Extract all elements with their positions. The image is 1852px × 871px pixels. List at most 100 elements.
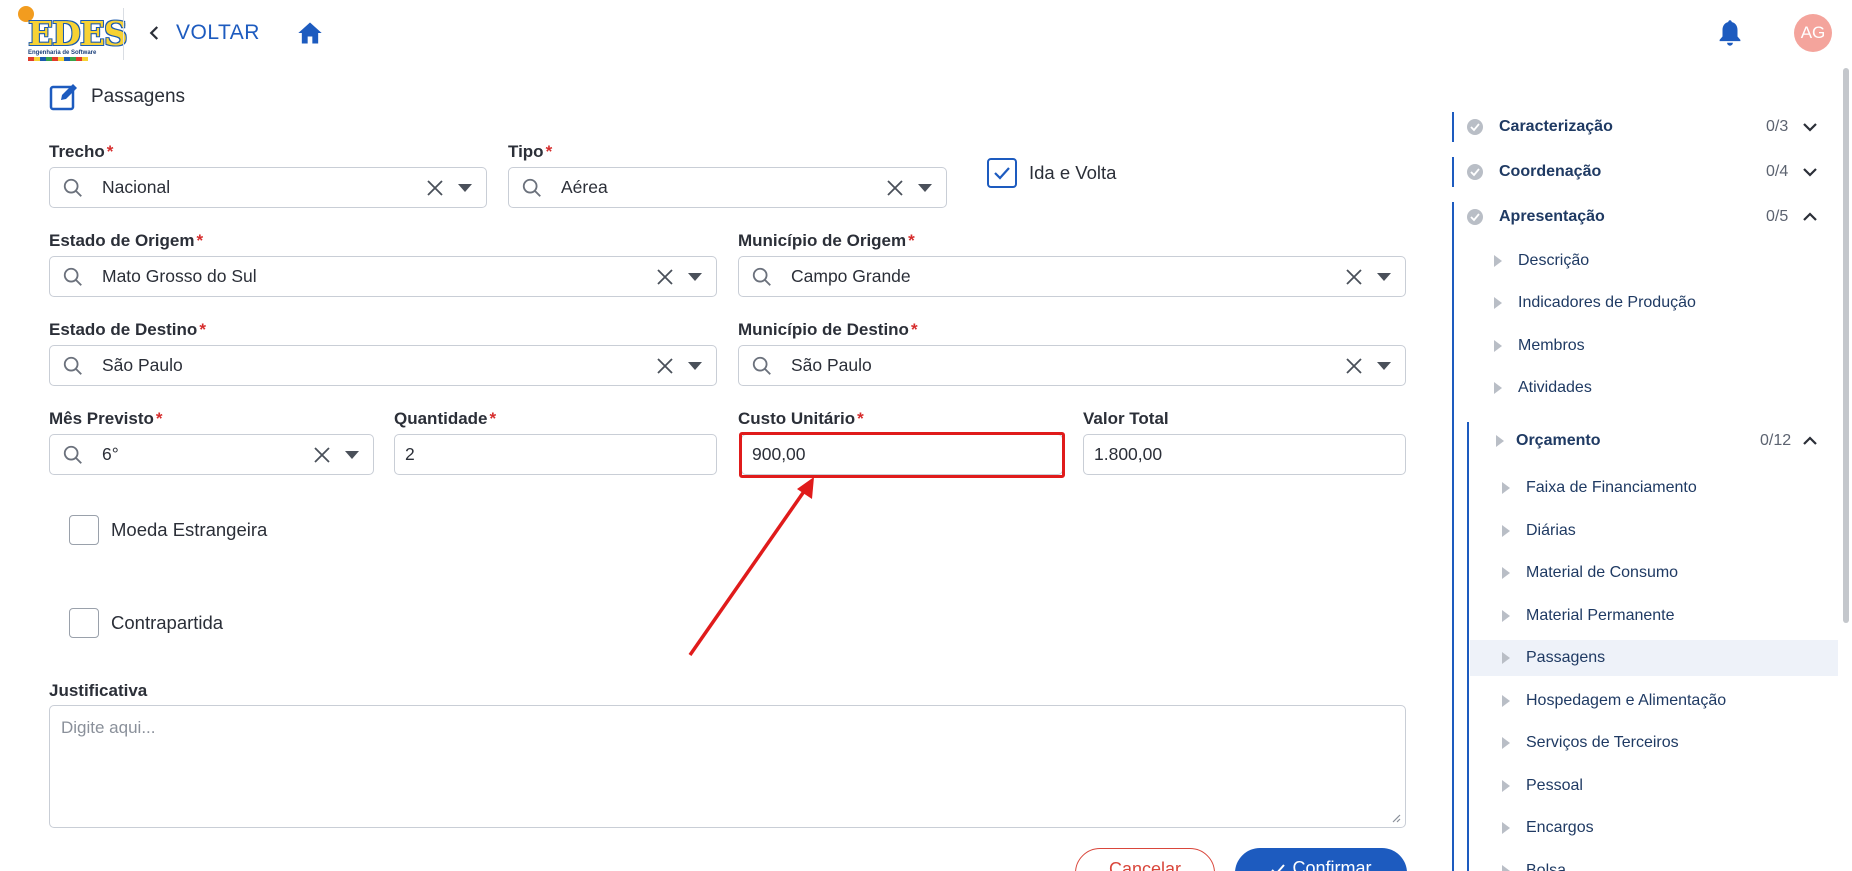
- check-icon: [1271, 864, 1286, 871]
- sidebar-group-label: Caracterização: [1499, 118, 1613, 135]
- valor-total-label: Valor Total: [1083, 409, 1169, 428]
- justificativa-textarea[interactable]: Digite aqui...: [49, 705, 1406, 828]
- sidebar-item-pessoal[interactable]: Pessoal: [1502, 768, 1810, 804]
- sidebar-item-descricao[interactable]: Descrição: [1494, 243, 1589, 279]
- estado-destino-value: São Paulo: [102, 355, 183, 375]
- quantidade-input[interactable]: 2: [394, 434, 717, 475]
- caret-down-icon[interactable]: [458, 183, 472, 193]
- search-icon: [63, 267, 82, 286]
- tipo-label: Tipo *: [508, 142, 553, 161]
- caret-down-icon[interactable]: [918, 183, 932, 193]
- caret-down-icon[interactable]: [688, 361, 702, 371]
- sidebar-item-membros[interactable]: Membros: [1494, 328, 1585, 364]
- clear-icon[interactable]: [656, 357, 674, 375]
- sidebar-item-faixa[interactable]: Faixa de Financiamento: [1502, 470, 1810, 506]
- sidebar-group-orcamento[interactable]: Orçamento 0/12: [1450, 422, 1830, 460]
- resize-handle-icon[interactable]: [1391, 813, 1401, 823]
- contrapartida-checkbox[interactable]: Contrapartida: [69, 608, 223, 638]
- caret-right-icon: [1502, 780, 1510, 792]
- sidebar-group-label: Coordenação: [1499, 163, 1602, 180]
- sidebar-group-count: 0/5: [1766, 208, 1789, 225]
- home-icon[interactable]: [296, 19, 324, 47]
- company-logo[interactable]: EDES Engenharia de Software: [18, 6, 128, 64]
- sidebar-group-label: Apresentação: [1499, 208, 1605, 225]
- caret-down-icon[interactable]: [688, 272, 702, 282]
- sidebar-item-material-permanente[interactable]: Material Permanente: [1502, 598, 1810, 634]
- caret-down-icon[interactable]: [345, 450, 359, 460]
- clear-icon[interactable]: [886, 179, 904, 197]
- sidebar-item-label: Diárias: [1526, 522, 1576, 539]
- caret-right-icon: [1494, 255, 1502, 267]
- moeda-estrangeira-checkbox[interactable]: Moeda Estrangeira: [69, 515, 267, 545]
- scrollbar-thumb[interactable]: [1843, 68, 1849, 623]
- sidebar-item-label: Faixa de Financiamento: [1526, 479, 1697, 496]
- sidebar-item-diarias[interactable]: Diárias: [1502, 513, 1810, 549]
- logo-text: EDES: [28, 14, 128, 53]
- sidebar-item-passagens[interactable]: Passagens: [1470, 640, 1848, 676]
- sidebar-item-servicos[interactable]: Serviços de Terceiros: [1502, 725, 1810, 761]
- sidebar-item-encargos[interactable]: Encargos: [1502, 810, 1810, 846]
- trecho-select[interactable]: Nacional: [49, 167, 487, 208]
- search-icon: [752, 267, 771, 286]
- estado-origem-label: Estado de Origem *: [49, 231, 204, 250]
- check-circle-icon: [1467, 164, 1483, 180]
- ida-volta-box[interactable]: [987, 158, 1017, 188]
- custo-unitario-label: Custo Unitário *: [738, 409, 864, 428]
- sidebar-item-label: Material Permanente: [1526, 607, 1675, 624]
- logo-subtitle: Engenharia de Software: [28, 50, 97, 56]
- clear-icon[interactable]: [1345, 357, 1363, 375]
- trecho-label: Trecho *: [49, 142, 114, 161]
- caret-right-icon: [1502, 652, 1510, 664]
- municipio-origem-select[interactable]: Campo Grande: [738, 256, 1406, 297]
- bell-icon[interactable]: [1716, 18, 1744, 48]
- clear-icon[interactable]: [1345, 268, 1363, 286]
- clear-icon[interactable]: [313, 446, 331, 464]
- checkmark-icon: [994, 167, 1010, 180]
- sidebar-item-hospedagem[interactable]: Hospedagem e Alimentação: [1502, 683, 1810, 719]
- user-avatar[interactable]: AG: [1794, 14, 1832, 52]
- municipio-destino-value: São Paulo: [791, 355, 872, 375]
- sidebar-item-label: Encargos: [1526, 819, 1594, 836]
- chevron-down-icon[interactable]: [1802, 164, 1818, 180]
- sidebar-item-label: Indicadores de Produção: [1518, 294, 1696, 311]
- municipio-destino-select[interactable]: São Paulo: [738, 345, 1406, 386]
- chevron-down-icon[interactable]: [1802, 119, 1818, 135]
- sidebar-group-coordenacao[interactable]: Coordenação 0/4: [1450, 153, 1830, 191]
- sidebar-item-label: Bolsa: [1526, 862, 1567, 871]
- sidebar-group-indicator: [1452, 112, 1454, 142]
- tipo-select[interactable]: Aérea: [508, 167, 947, 208]
- estado-destino-label: Estado de Destino *: [49, 320, 206, 339]
- confirm-button[interactable]: Confirmar: [1235, 848, 1407, 871]
- estado-origem-select[interactable]: Mato Grosso do Sul: [49, 256, 717, 297]
- justificativa-placeholder: Digite aqui...: [61, 718, 156, 737]
- chevron-up-icon[interactable]: [1802, 433, 1818, 449]
- cancel-button[interactable]: Cancelar: [1075, 848, 1215, 871]
- moeda-estrangeira-box[interactable]: [69, 515, 99, 545]
- sidebar-item-indicadores[interactable]: Indicadores de Produção: [1494, 285, 1696, 321]
- sidebar-item-bolsa[interactable]: Bolsa: [1502, 853, 1810, 871]
- sidebar-group-label: Orçamento: [1516, 432, 1601, 449]
- section-title: Passagens: [49, 82, 185, 112]
- sidebar-item-material-consumo[interactable]: Material de Consumo: [1502, 555, 1810, 591]
- ida-volta-checkbox[interactable]: Ida e Volta: [987, 158, 1116, 188]
- valor-total-input[interactable]: 1.800,00: [1083, 434, 1406, 475]
- sidebar-group-apresentacao[interactable]: Apresentação 0/5: [1450, 198, 1830, 236]
- quantidade-label: Quantidade *: [394, 409, 497, 428]
- header-divider: [123, 8, 124, 60]
- sidebar-item-label: Descrição: [1518, 252, 1590, 269]
- estado-destino-select[interactable]: São Paulo: [49, 345, 717, 386]
- caret-right-icon: [1494, 340, 1502, 352]
- back-button[interactable]: VOLTAR: [146, 18, 260, 48]
- contrapartida-box[interactable]: [69, 608, 99, 638]
- sidebar-item-atividades[interactable]: Atividades: [1494, 370, 1592, 406]
- tipo-value: Aérea: [561, 177, 608, 197]
- caret-down-icon[interactable]: [1377, 361, 1391, 371]
- mes-previsto-select[interactable]: 6°: [49, 434, 374, 475]
- sidebar-item-label: Membros: [1518, 337, 1585, 354]
- chevron-up-icon[interactable]: [1802, 209, 1818, 225]
- clear-icon[interactable]: [656, 268, 674, 286]
- caret-right-icon: [1502, 567, 1510, 579]
- caret-down-icon[interactable]: [1377, 272, 1391, 282]
- clear-icon[interactable]: [426, 179, 444, 197]
- sidebar-group-caracterizacao[interactable]: Caracterização 0/3: [1450, 108, 1830, 146]
